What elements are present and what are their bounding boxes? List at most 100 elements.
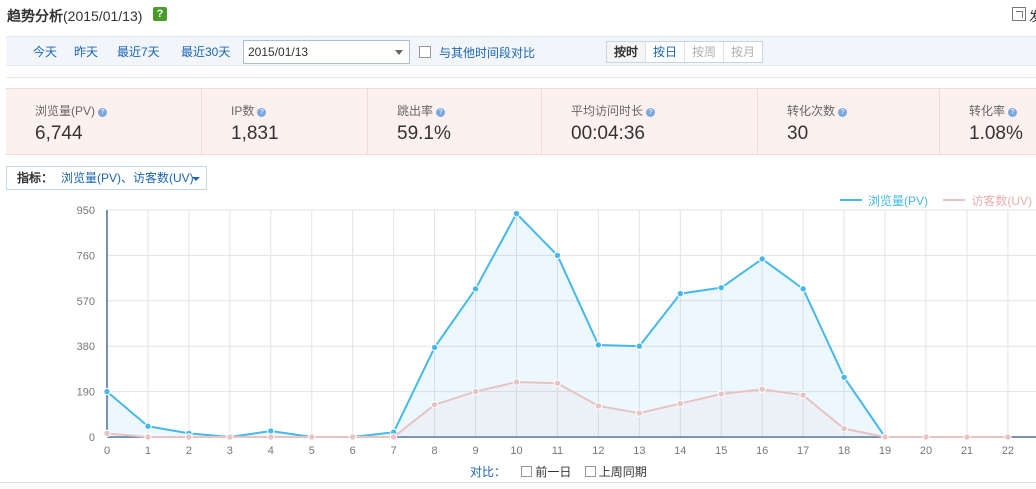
x-tick-label: 19 (879, 445, 891, 457)
compare-last-week-checkbox[interactable] (584, 466, 596, 477)
x-tick-label: 3 (227, 445, 233, 457)
x-tick-label: 4 (268, 445, 274, 457)
chevron-down-icon (192, 177, 200, 181)
metric-value: 1.08% (969, 123, 1023, 144)
data-point-uv (799, 391, 807, 399)
compare-prev-day-label[interactable]: 前一日 (535, 465, 571, 479)
x-tick-label: 0 (104, 445, 110, 457)
data-point-uv (144, 433, 152, 441)
data-point-uv (553, 379, 562, 387)
divider (6, 77, 1036, 78)
date-picker[interactable]: 2015/01/13 (243, 40, 410, 64)
data-point-uv (594, 402, 603, 410)
data-point-uv (389, 433, 398, 441)
indicator-dropdown[interactable]: 指标： 浏览量(PV)、访客数(UV) (6, 166, 207, 190)
data-point-uv (758, 385, 766, 393)
metric-label-text: IP数 (231, 104, 255, 118)
data-point-uv (267, 433, 275, 441)
metric-label: 转化率? (969, 102, 1018, 119)
granularity-week: 按周 (684, 42, 723, 62)
data-point-uv (635, 409, 644, 417)
data-point-pv (676, 289, 684, 298)
chevron-down-icon (395, 50, 403, 55)
data-point-pv (594, 341, 603, 349)
x-tick-label: 1 (145, 445, 151, 457)
compare-prev-day-checkbox[interactable] (521, 466, 533, 477)
help-icon[interactable]: ? (153, 7, 167, 21)
data-point-pv (553, 251, 562, 260)
indicator-label: 指标： (17, 171, 54, 185)
tab-last-30-days[interactable]: 最近30天 (174, 41, 237, 63)
metric-label-text: 跳出率 (397, 104, 434, 118)
metric-label: 浏览量(PV)? (35, 102, 108, 119)
metric-label: 跳出率? (397, 102, 446, 119)
metric-ip: IP数? 1,831 (202, 89, 368, 154)
help-icon[interactable]: ? (98, 108, 108, 117)
x-tick-label: 12 (592, 445, 604, 457)
compare-last-week-label[interactable]: 上周同期 (599, 465, 647, 479)
metric-label-text: 转化次数 (787, 104, 836, 118)
data-point-pv (717, 283, 725, 292)
page-title: 趋势分析(2015/01/13) (7, 6, 142, 26)
data-point-uv (922, 433, 930, 441)
data-point-uv (963, 433, 971, 441)
granularity-month: 按月 (723, 42, 762, 62)
x-tick-label: 2 (186, 445, 192, 457)
y-tick-label: 570 (77, 296, 95, 308)
data-point-uv (349, 433, 357, 441)
data-point-pv (512, 209, 521, 218)
data-point-uv (226, 433, 234, 441)
tab-today[interactable]: 今天 (26, 41, 64, 63)
export-label[interactable]: 发 (1029, 6, 1036, 25)
metrics-panel: 浏览量(PV)? 6,744 IP数? 1,831 跳出率? 59.1% 平均访… (6, 88, 1036, 155)
help-icon[interactable]: ? (646, 108, 656, 117)
y-tick-label: 950 (77, 205, 95, 217)
compare-label[interactable]: 与其他时间段对比 (439, 44, 535, 61)
data-point-pv (635, 342, 644, 350)
data-point-pv (799, 285, 807, 293)
metric-value: 6,744 (35, 123, 83, 144)
granularity-day[interactable]: 按日 (645, 42, 684, 62)
x-tick-label: 7 (391, 445, 397, 457)
toolbar: 今天 昨天 最近7天 最近30天 2015/01/13 与其他时间段对比 按时 … (6, 36, 1036, 66)
data-point-uv (308, 433, 316, 441)
help-icon[interactable]: ? (1008, 108, 1018, 117)
date-picker-value: 2015/01/13 (248, 45, 309, 59)
data-point-pv (267, 427, 275, 435)
x-tick-label: 16 (756, 445, 768, 457)
compare-row: 对比： 前一日 上周同期 (470, 463, 647, 480)
y-tick-label: 190 (77, 387, 95, 399)
help-icon[interactable]: ? (257, 108, 267, 117)
metric-value: 59.1% (397, 123, 451, 144)
y-tick-label: 380 (77, 341, 95, 353)
x-tick-label: 6 (350, 445, 356, 457)
help-icon[interactable]: ? (838, 108, 848, 117)
y-tick-label: 760 (77, 250, 95, 262)
metric-label-text: 浏览量(PV) (35, 104, 96, 118)
x-tick-label: 5 (309, 445, 315, 457)
export-icon[interactable] (1012, 7, 1026, 21)
granularity-hour[interactable]: 按时 (607, 42, 646, 62)
metric-label-text: 平均访问时长 (571, 104, 644, 118)
data-point-uv (717, 390, 725, 398)
footer-bar (0, 482, 1036, 489)
data-point-uv (512, 378, 521, 386)
data-point-uv (1004, 433, 1012, 441)
tab-last-7-days[interactable]: 最近7天 (110, 41, 167, 63)
x-tick-label: 20 (920, 445, 932, 457)
trend-chart: 01903805707609500 1 2 3 4 5 6 7 8 9 10 11 12 13 14 15 16… (77, 205, 1036, 457)
x-tick-label: 22 (1002, 445, 1014, 457)
title-row: 趋势分析(2015/01/13) ? 发 (0, 0, 1036, 30)
data-point-pv (471, 285, 480, 293)
compare-checkbox[interactable] (419, 46, 431, 58)
help-icon[interactable]: ? (436, 108, 446, 117)
data-point-uv (881, 433, 889, 441)
tab-yesterday[interactable]: 昨天 (67, 41, 105, 63)
metric-label: 平均访问时长? (571, 102, 656, 119)
granularity-group: 按时 按日 按周 按月 (606, 41, 764, 63)
data-point-pv (840, 373, 848, 381)
data-point-uv (430, 401, 439, 409)
x-tick-label: 13 (633, 445, 645, 457)
metric-value: 30 (787, 123, 809, 144)
x-tick-label: 17 (797, 445, 809, 457)
